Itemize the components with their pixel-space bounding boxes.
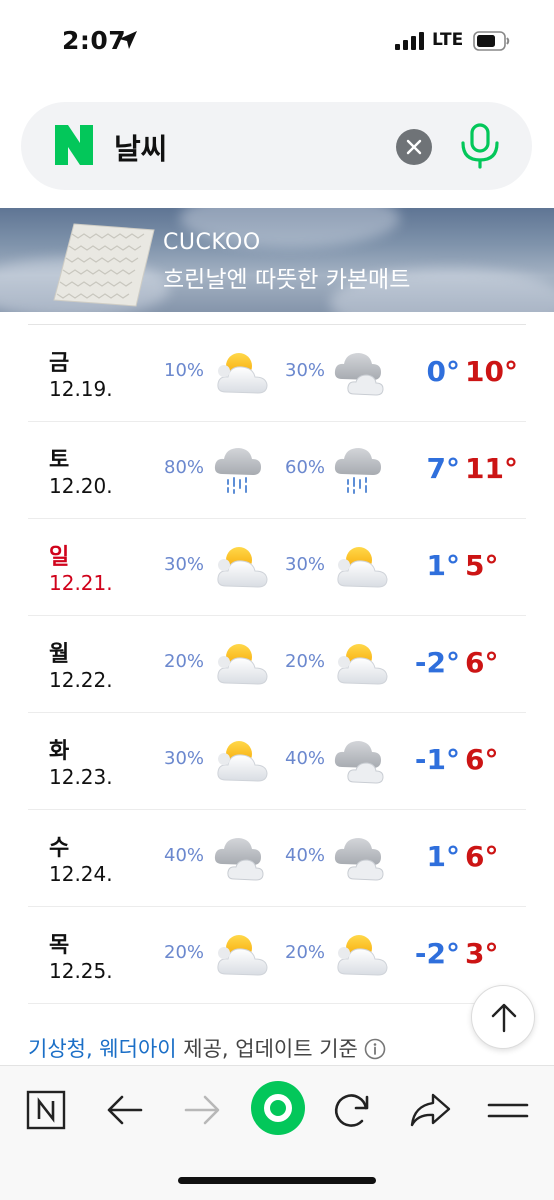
forecast-day: 수 [49, 836, 70, 861]
weekly-forecast-list: 금 12.19. 10% 30% 0° 10° 토 12.20. 80% 60%… [28, 324, 526, 1003]
forward-arrow-icon[interactable] [180, 1088, 224, 1132]
partly-cloudy-icon [332, 638, 390, 688]
pm-rain-chance: 60% [285, 457, 326, 478]
status-time: 2:07 [62, 26, 127, 55]
high-temp: 6° [465, 840, 499, 873]
partly-cloudy-icon [212, 929, 270, 979]
carbon-mat-image [53, 223, 155, 307]
am-rain-chance: 30% [164, 554, 205, 575]
low-temp: -2° [414, 937, 460, 970]
am-rain-chance: 80% [164, 457, 205, 478]
forecast-date: 12.20. [49, 474, 113, 498]
cloudy-icon [332, 832, 390, 882]
forecast-day: 목 [49, 933, 70, 958]
info-icon[interactable] [364, 1038, 386, 1060]
high-temp: 3° [465, 937, 499, 970]
close-icon [406, 139, 422, 155]
divider [28, 1003, 526, 1004]
forecast-row[interactable]: 수 12.24. 40% 40% 1° 6° [28, 809, 526, 906]
forecast-day: 토 [49, 448, 70, 473]
cloudy-icon [332, 347, 390, 397]
forecast-date: 12.19. [49, 377, 113, 401]
partly-cloudy-icon [212, 541, 270, 591]
arrow-up-icon [491, 1003, 517, 1033]
naver-home-icon[interactable] [25, 1088, 69, 1132]
partly-cloudy-icon [332, 929, 390, 979]
battery-icon [473, 31, 510, 51]
high-temp: 6° [465, 646, 499, 679]
pm-rain-chance: 40% [285, 845, 326, 866]
clear-search-button[interactable] [396, 129, 432, 165]
pm-rain-chance: 30% [285, 360, 326, 381]
high-temp: 5° [465, 549, 499, 582]
forecast-date: 12.24. [49, 862, 113, 886]
naver-logo-icon [55, 125, 93, 165]
am-rain-chance: 40% [164, 845, 205, 866]
search-input[interactable]: 날씨 [114, 126, 167, 168]
low-temp: -1° [414, 743, 460, 776]
pm-rain-chance: 20% [285, 651, 326, 672]
partly-cloudy-icon [212, 735, 270, 785]
partly-cloudy-icon [212, 638, 270, 688]
forecast-row[interactable]: 월 12.22. 20% 20% -2° 6° [28, 615, 526, 712]
status-bar: 2:07 LTE [0, 0, 554, 90]
pm-rain-chance: 20% [285, 942, 326, 963]
low-temp: 0° [426, 355, 460, 388]
ad-brand: CUCKOO [163, 230, 261, 255]
forecast-day: 월 [49, 642, 70, 667]
green-dot-icon[interactable] [250, 1080, 306, 1136]
rain-icon [332, 444, 390, 494]
location-arrow-icon [119, 31, 137, 49]
am-rain-chance: 20% [164, 942, 205, 963]
ad-banner[interactable]: CUCKOO 흐린날엔 따뜻한 카본매트 [0, 208, 554, 312]
refresh-icon[interactable] [330, 1088, 374, 1132]
cellular-signal-icon [395, 32, 424, 50]
forecast-date: 12.25. [49, 959, 113, 983]
network-type: LTE [432, 30, 464, 50]
back-arrow-icon[interactable] [103, 1088, 147, 1132]
home-indicator [178, 1177, 376, 1184]
data-source-line: 기상청, 웨더아이 제공, 업데이트 기준 [28, 1033, 386, 1063]
forecast-day: 화 [49, 739, 70, 764]
forecast-row[interactable]: 일 12.21. 30% 30% 1° 5° [28, 518, 526, 615]
forecast-row[interactable]: 금 12.19. 10% 30% 0° 10° [28, 324, 526, 421]
forecast-date: 12.22. [49, 668, 113, 692]
low-temp: 1° [426, 840, 460, 873]
forecast-row[interactable]: 토 12.20. 80% 60% 7° 11° [28, 421, 526, 518]
low-temp: 1° [426, 549, 460, 582]
forecast-day: 일 [49, 545, 70, 570]
partly-cloudy-icon [332, 541, 390, 591]
low-temp: 7° [426, 452, 460, 485]
high-temp: 11° [465, 452, 518, 485]
forecast-row[interactable]: 화 12.23. 30% 40% -1° 6° [28, 712, 526, 809]
scroll-to-top-button[interactable] [471, 985, 535, 1049]
source-suffix: 제공, 업데이트 기준 [176, 1037, 358, 1061]
provider-link[interactable]: 기상청, 웨더아이 [28, 1037, 177, 1061]
forecast-day: 금 [49, 351, 70, 376]
am-rain-chance: 10% [164, 360, 205, 381]
pm-rain-chance: 40% [285, 748, 326, 769]
forecast-date: 12.23. [49, 765, 113, 789]
forecast-date: 12.21. [49, 571, 113, 595]
pm-rain-chance: 30% [285, 554, 326, 575]
forecast-row[interactable]: 목 12.25. 20% 20% -2° 3° [28, 906, 526, 1003]
high-temp: 6° [465, 743, 499, 776]
search-bar[interactable]: 날씨 [21, 102, 532, 190]
menu-icon[interactable] [486, 1088, 530, 1132]
low-temp: -2° [414, 646, 460, 679]
share-icon[interactable] [408, 1088, 452, 1132]
microphone-icon[interactable] [458, 123, 502, 169]
high-temp: 10° [465, 355, 518, 388]
cloudy-icon [212, 832, 270, 882]
ad-tagline: 흐린날엔 따뜻한 카본매트 [163, 267, 411, 293]
cloudy-icon [332, 735, 390, 785]
rain-icon [212, 444, 270, 494]
am-rain-chance: 20% [164, 651, 205, 672]
partly-cloudy-icon [212, 347, 270, 397]
am-rain-chance: 30% [164, 748, 205, 769]
